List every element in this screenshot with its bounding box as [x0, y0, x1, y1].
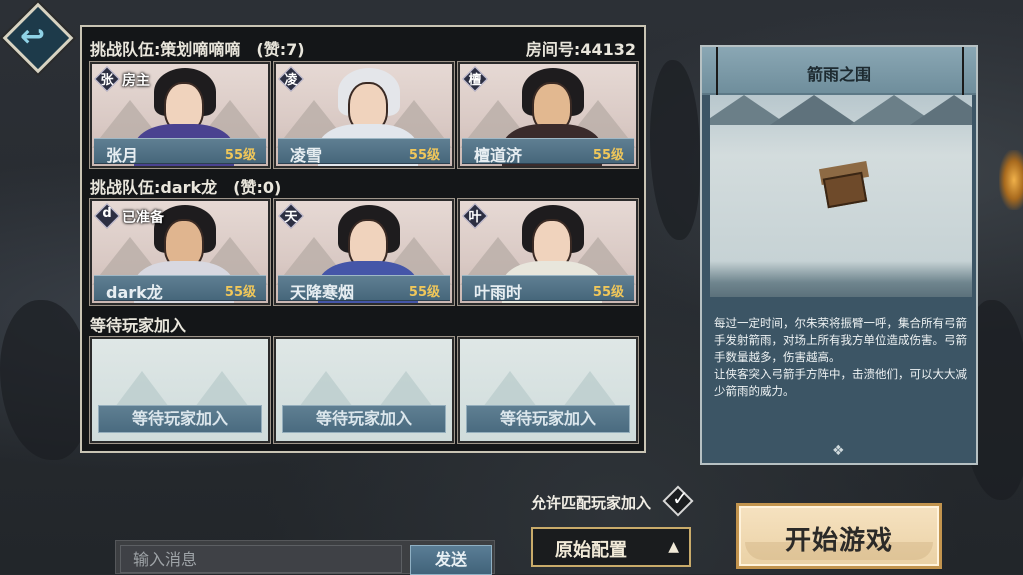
member-card-1[interactable]: 张 房主 张月 55级: [89, 61, 271, 169]
member-level: 55级: [224, 148, 256, 163]
diamond-ornament-icon: ❖: [832, 443, 845, 459]
map-title: 箭雨之围: [806, 65, 871, 84]
member-name: 凌雪: [290, 146, 323, 165]
member-card-2[interactable]: 凌 凌雪 55级: [273, 61, 455, 169]
name-bar: 叶雨时 55级: [462, 275, 634, 302]
name-bar: 张月 55级: [94, 138, 266, 165]
member-name: 天降寒烟: [290, 283, 355, 302]
waiting-bar: 等待玩家加入: [466, 405, 630, 433]
preset-label: 原始配置: [555, 540, 627, 561]
empty-slot-1[interactable]: 等待玩家加入: [89, 336, 271, 444]
room-number: 房间号:44132: [525, 40, 636, 59]
name-bar: dark龙 55级: [94, 275, 266, 302]
name-bar: 檀道济 55级: [462, 138, 634, 165]
team1-header: 挑战队伍:策划嘀嘀嘀 (赞:7): [90, 40, 305, 59]
waiting-bar: 等待玩家加入: [282, 405, 446, 433]
back-button[interactable]: ↩: [2, 2, 74, 74]
waiting-header: 等待玩家加入: [90, 316, 187, 335]
member-level: 55级: [408, 285, 440, 300]
map-info-panel: 箭雨之围 每过一定时间，尔朱荣将振臂一呼，集合所有弓箭手发射箭雨，对场上所有我方…: [700, 45, 978, 465]
lantern-glow: [999, 150, 1023, 210]
map-description: 每过一定时间，尔朱荣将振臂一呼，集合所有弓箭手发射箭雨，对场上所有我方单位造成伤…: [714, 316, 967, 398]
empty-slot-3[interactable]: 等待玩家加入: [457, 336, 639, 444]
member-level: 55级: [224, 285, 256, 300]
team-panel: 挑战队伍:策划嘀嘀嘀 (赞:7) 房间号:44132 张 房主 张月 55级 凌…: [80, 25, 646, 453]
member-card-4[interactable]: d 已准备 dark龙 55级: [89, 198, 271, 306]
start-game-button[interactable]: 开始游戏: [736, 503, 942, 569]
back-arrow-icon: ↩: [20, 19, 46, 54]
surname-badge: 叶: [462, 203, 488, 229]
checkmark-icon: ✓: [672, 486, 689, 510]
member-name: 叶雨时: [474, 283, 523, 302]
member-level: 55级: [592, 285, 624, 300]
surname-badge: d: [94, 203, 120, 229]
surname-badge: 檀: [462, 66, 488, 92]
member-card-3[interactable]: 檀 檀道济 55级: [457, 61, 639, 169]
chat-bar: 发送: [115, 540, 495, 575]
member-level: 55级: [408, 148, 440, 163]
member-card-6[interactable]: 叶 叶雨时 55级: [457, 198, 639, 306]
surname-badge: 张: [94, 66, 120, 92]
start-game-label: 开始游戏: [784, 526, 893, 556]
empty-slot-2[interactable]: 等待玩家加入: [273, 336, 455, 444]
caret-up-icon: ▲: [668, 539, 679, 555]
ready-tag: 已准备: [122, 210, 164, 226]
member-card-5[interactable]: 天 天降寒烟 55级: [273, 198, 455, 306]
host-tag: 房主: [122, 73, 150, 89]
allow-match-label: 允许匹配玩家加入: [531, 494, 652, 512]
send-button[interactable]: 发送: [410, 545, 492, 575]
member-name: 檀道济: [474, 146, 523, 165]
hut-icon: [822, 171, 868, 209]
member-level: 55级: [592, 148, 624, 163]
preset-dropdown[interactable]: 原始配置 ▲: [531, 527, 691, 567]
member-name: dark龙: [106, 283, 163, 302]
waiting-bar: 等待玩家加入: [98, 405, 262, 433]
map-preview-image: [710, 95, 972, 297]
chat-input[interactable]: [120, 545, 402, 573]
member-name: 张月: [106, 146, 139, 165]
surname-badge: 天: [278, 203, 304, 229]
name-bar: 天降寒烟 55级: [278, 275, 450, 302]
surname-badge: 凌: [278, 66, 304, 92]
team2-header: 挑战队伍:dark龙 (赞:0): [90, 178, 282, 197]
name-bar: 凌雪 55级: [278, 138, 450, 165]
